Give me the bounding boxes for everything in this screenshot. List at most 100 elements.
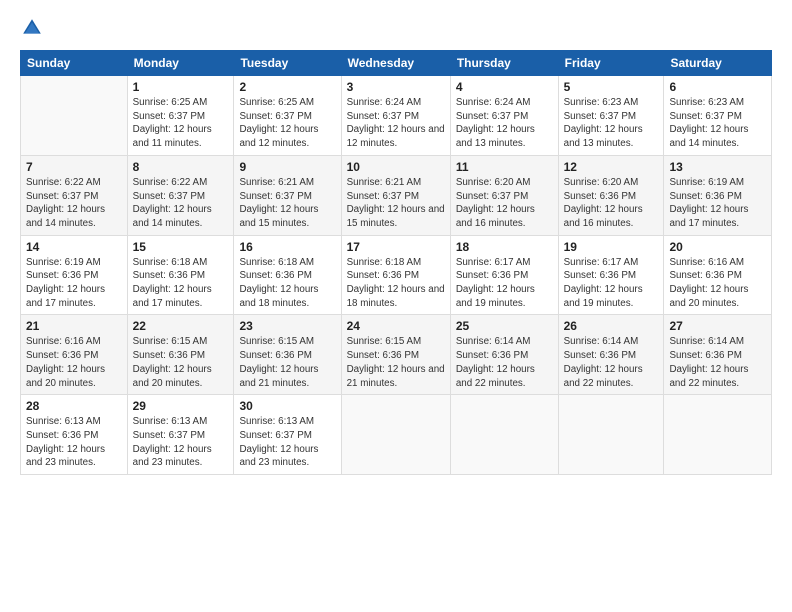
- day-cell: [21, 76, 128, 156]
- day-number: 7: [26, 160, 122, 174]
- day-cell: 17 Sunrise: 6:18 AMSunset: 6:36 PMDayligh…: [341, 235, 450, 315]
- day-cell: [450, 395, 558, 475]
- day-number: 8: [133, 160, 229, 174]
- day-cell: 7 Sunrise: 6:22 AMSunset: 6:37 PMDaylight…: [21, 155, 128, 235]
- day-number: 4: [456, 80, 553, 94]
- day-info: Sunrise: 6:15 AMSunset: 6:36 PMDaylight:…: [347, 335, 445, 390]
- day-info: Sunrise: 6:21 AMSunset: 6:37 PMDaylight:…: [347, 176, 445, 231]
- day-info: Sunrise: 6:13 AMSunset: 6:37 PMDaylight:…: [133, 415, 229, 470]
- day-cell: 2 Sunrise: 6:25 AMSunset: 6:37 PMDaylight…: [234, 76, 341, 156]
- day-cell: 15 Sunrise: 6:18 AMSunset: 6:36 PMDayligh…: [127, 235, 234, 315]
- day-cell: [558, 395, 664, 475]
- day-header-thursday: Thursday: [450, 51, 558, 76]
- day-number: 28: [26, 399, 122, 413]
- day-number: 21: [26, 319, 122, 333]
- day-header-wednesday: Wednesday: [341, 51, 450, 76]
- day-header-sunday: Sunday: [21, 51, 128, 76]
- day-cell: 11 Sunrise: 6:20 AMSunset: 6:37 PMDayligh…: [450, 155, 558, 235]
- header: [20, 16, 772, 40]
- day-info: Sunrise: 6:19 AMSunset: 6:36 PMDaylight:…: [26, 256, 122, 311]
- day-number: 6: [669, 80, 766, 94]
- day-info: Sunrise: 6:18 AMSunset: 6:36 PMDaylight:…: [133, 256, 229, 311]
- day-header-saturday: Saturday: [664, 51, 772, 76]
- day-number: 22: [133, 319, 229, 333]
- day-info: Sunrise: 6:23 AMSunset: 6:37 PMDaylight:…: [669, 96, 766, 151]
- day-cell: 6 Sunrise: 6:23 AMSunset: 6:37 PMDaylight…: [664, 76, 772, 156]
- day-cell: 30 Sunrise: 6:13 AMSunset: 6:37 PMDayligh…: [234, 395, 341, 475]
- day-info: Sunrise: 6:20 AMSunset: 6:36 PMDaylight:…: [564, 176, 659, 231]
- logo-icon: [20, 16, 44, 40]
- day-number: 20: [669, 240, 766, 254]
- day-number: 10: [347, 160, 445, 174]
- day-number: 23: [239, 319, 335, 333]
- week-row-1: 7 Sunrise: 6:22 AMSunset: 6:37 PMDaylight…: [21, 155, 772, 235]
- day-number: 18: [456, 240, 553, 254]
- day-info: Sunrise: 6:21 AMSunset: 6:37 PMDaylight:…: [239, 176, 335, 231]
- day-cell: 25Sunrise: 6:14 AMSunset: 6:36 PMDayligh…: [450, 315, 558, 395]
- day-cell: [341, 395, 450, 475]
- day-info: Sunrise: 6:17 AMSunset: 6:36 PMDaylight:…: [564, 256, 659, 311]
- day-number: 19: [564, 240, 659, 254]
- day-cell: 13 Sunrise: 6:19 AMSunset: 6:36 PMDayligh…: [664, 155, 772, 235]
- day-number: 11: [456, 160, 553, 174]
- day-info: Sunrise: 6:22 AMSunset: 6:37 PMDaylight:…: [133, 176, 229, 231]
- day-number: 29: [133, 399, 229, 413]
- day-info: Sunrise: 6:13 AMSunset: 6:37 PMDaylight:…: [239, 415, 335, 470]
- day-number: 1: [133, 80, 229, 94]
- day-number: 9: [239, 160, 335, 174]
- page: SundayMondayTuesdayWednesdayThursdayFrid…: [0, 0, 792, 612]
- day-info: Sunrise: 6:14 AMSunset: 6:36 PMDaylight:…: [669, 335, 766, 390]
- day-info: Sunrise: 6:24 AMSunset: 6:37 PMDaylight:…: [456, 96, 553, 151]
- week-row-2: 14 Sunrise: 6:19 AMSunset: 6:36 PMDayligh…: [21, 235, 772, 315]
- day-cell: 20 Sunrise: 6:16 AMSunset: 6:36 PMDayligh…: [664, 235, 772, 315]
- day-info: Sunrise: 6:16 AMSunset: 6:36 PMDaylight:…: [669, 256, 766, 311]
- day-number: 25: [456, 319, 553, 333]
- day-cell: 10 Sunrise: 6:21 AMSunset: 6:37 PMDayligh…: [341, 155, 450, 235]
- day-number: 16: [239, 240, 335, 254]
- day-number: 3: [347, 80, 445, 94]
- day-number: 14: [26, 240, 122, 254]
- day-info: Sunrise: 6:24 AMSunset: 6:37 PMDaylight:…: [347, 96, 445, 151]
- week-row-0: 1 Sunrise: 6:25 AMSunset: 6:37 PMDaylight…: [21, 76, 772, 156]
- day-info: Sunrise: 6:17 AMSunset: 6:36 PMDaylight:…: [456, 256, 553, 311]
- day-info: Sunrise: 6:15 AMSunset: 6:36 PMDaylight:…: [133, 335, 229, 390]
- day-number: 12: [564, 160, 659, 174]
- day-cell: 9 Sunrise: 6:21 AMSunset: 6:37 PMDaylight…: [234, 155, 341, 235]
- day-cell: 4 Sunrise: 6:24 AMSunset: 6:37 PMDaylight…: [450, 76, 558, 156]
- day-info: Sunrise: 6:16 AMSunset: 6:36 PMDaylight:…: [26, 335, 122, 390]
- day-number: 2: [239, 80, 335, 94]
- day-info: Sunrise: 6:22 AMSunset: 6:37 PMDaylight:…: [26, 176, 122, 231]
- day-number: 26: [564, 319, 659, 333]
- day-cell: 3 Sunrise: 6:24 AMSunset: 6:37 PMDaylight…: [341, 76, 450, 156]
- day-header-friday: Friday: [558, 51, 664, 76]
- day-info: Sunrise: 6:23 AMSunset: 6:37 PMDaylight:…: [564, 96, 659, 151]
- day-cell: 23Sunrise: 6:15 AMSunset: 6:36 PMDayligh…: [234, 315, 341, 395]
- day-cell: 1 Sunrise: 6:25 AMSunset: 6:37 PMDaylight…: [127, 76, 234, 156]
- day-cell: 27 Sunrise: 6:14 AMSunset: 6:36 PMDayligh…: [664, 315, 772, 395]
- day-cell: 18 Sunrise: 6:17 AMSunset: 6:36 PMDayligh…: [450, 235, 558, 315]
- day-info: Sunrise: 6:25 AMSunset: 6:37 PMDaylight:…: [133, 96, 229, 151]
- day-info: Sunrise: 6:20 AMSunset: 6:37 PMDaylight:…: [456, 176, 553, 231]
- day-cell: 8 Sunrise: 6:22 AMSunset: 6:37 PMDaylight…: [127, 155, 234, 235]
- days-header-row: SundayMondayTuesdayWednesdayThursdayFrid…: [21, 51, 772, 76]
- day-header-tuesday: Tuesday: [234, 51, 341, 76]
- day-cell: 26 Sunrise: 6:14 AMSunset: 6:36 PMDayligh…: [558, 315, 664, 395]
- day-info: Sunrise: 6:18 AMSunset: 6:36 PMDaylight:…: [347, 256, 445, 311]
- day-cell: 24Sunrise: 6:15 AMSunset: 6:36 PMDayligh…: [341, 315, 450, 395]
- day-info: Sunrise: 6:19 AMSunset: 6:36 PMDaylight:…: [669, 176, 766, 231]
- day-info: Sunrise: 6:14 AMSunset: 6:36 PMDaylight:…: [564, 335, 659, 390]
- day-info: Sunrise: 6:18 AMSunset: 6:36 PMDaylight:…: [239, 256, 335, 311]
- day-number: 27: [669, 319, 766, 333]
- day-cell: 19 Sunrise: 6:17 AMSunset: 6:36 PMDayligh…: [558, 235, 664, 315]
- day-cell: 28Sunrise: 6:13 AMSunset: 6:36 PMDayligh…: [21, 395, 128, 475]
- day-cell: 14 Sunrise: 6:19 AMSunset: 6:36 PMDayligh…: [21, 235, 128, 315]
- day-number: 15: [133, 240, 229, 254]
- day-number: 17: [347, 240, 445, 254]
- day-cell: 16 Sunrise: 6:18 AMSunset: 6:36 PMDayligh…: [234, 235, 341, 315]
- day-number: 13: [669, 160, 766, 174]
- day-cell: 5Sunrise: 6:23 AMSunset: 6:37 PMDaylight…: [558, 76, 664, 156]
- calendar-table: SundayMondayTuesdayWednesdayThursdayFrid…: [20, 50, 772, 475]
- day-info: Sunrise: 6:25 AMSunset: 6:37 PMDaylight:…: [239, 96, 335, 151]
- day-number: 30: [239, 399, 335, 413]
- week-row-4: 28Sunrise: 6:13 AMSunset: 6:36 PMDayligh…: [21, 395, 772, 475]
